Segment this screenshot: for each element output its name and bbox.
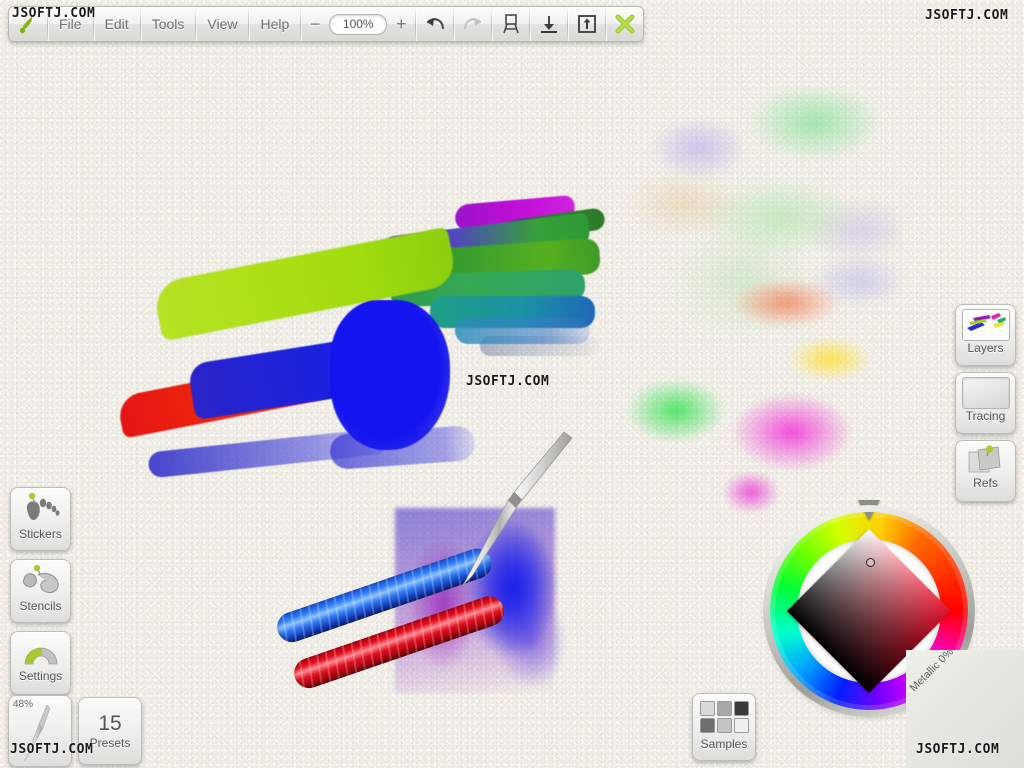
paint-brush-logo-icon [19,16,33,34]
sample-swatch [716,701,732,716]
sample-swatch [699,701,715,716]
layers-thumbnail-icon [962,310,1009,340]
tube-ribs [290,592,508,693]
sidebar-item-label: Tracing [965,409,1006,423]
artwork-watercolor-blob [612,88,902,518]
sidebar-item-layers[interactable]: Layers [955,304,1016,366]
current-brush-tool-button[interactable]: 48% [8,695,72,767]
artwork-stroke-chartreuse [152,226,458,342]
main-toolbar[interactable]: File Edit Tools View Help − 100% + [8,6,645,42]
easel-icon [503,14,519,34]
green-x-close-icon [615,14,635,34]
samples-label: Samples [700,737,748,751]
footprint-pin-icon [26,493,59,521]
artwork-stroke-blue [187,325,443,421]
artwork-stroke-red [116,353,350,439]
menu-edit[interactable]: Edit [94,7,140,41]
samples-button[interactable]: Samples [692,693,756,761]
sidebar-item-label: Settings [18,669,63,683]
stencil-pin-icon [22,565,59,594]
sample-swatch [699,718,715,733]
easel-button[interactable] [492,7,529,41]
artwork-stroke-teal-soft [455,318,590,344]
artwork-stroke-blue-blob [330,300,450,450]
blank-tracing-thumbnail-icon [961,377,1010,409]
redo-arrow-icon [463,18,481,30]
artwork-stroke-green-a [384,237,601,289]
artwork-tube-red [290,592,508,693]
hue-marker-triangle-icon[interactable] [858,500,880,520]
zoom-level-input[interactable]: 100% [329,13,388,35]
samples-swatch-grid [699,701,749,733]
sample-swatch [733,718,749,733]
sidebar-item-refs[interactable]: Refs [955,440,1016,502]
artwork-stroke-teal [430,296,595,328]
sidebar-item-stencils[interactable]: Stencils [10,559,71,623]
menu-tools[interactable]: Tools [141,7,196,41]
sidebar-item-tracing[interactable]: Tracing [955,372,1016,434]
import-button[interactable] [530,7,567,41]
gauge-arc-icon [24,647,57,665]
metallic-dial[interactable]: Metallic 0% [906,650,1024,768]
close-button[interactable] [606,7,643,41]
presets-button[interactable]: 15 Presets [78,697,142,765]
sidebar-item-label: Layers [967,341,1004,355]
artwork-stroke-darkgreen [503,207,607,243]
redo-button[interactable] [454,7,491,41]
artwork-stroke-grey [480,336,600,356]
sidebar-item-stickers[interactable]: Stickers [10,487,71,551]
sample-swatch [716,718,732,733]
pinned-reference-icon [968,445,1000,473]
artwork-stroke-blue-tail [147,427,389,479]
palette-knife-cursor-icon [461,431,573,587]
sidebar-item-label: Stickers [19,527,62,541]
sidebar-item-label: Refs [973,476,998,490]
menu-file[interactable]: File [48,7,93,41]
zoom-control-group[interactable]: − 100% + [301,7,415,41]
presets-count: 15 [98,712,122,735]
undo-button[interactable] [416,7,453,41]
sidebar-item-label: Stencils [19,599,62,613]
metallic-core [906,650,1024,768]
export-up-arrow-box-icon [577,15,596,33]
export-button[interactable] [568,7,605,41]
artwork-stroke-purple [378,212,592,272]
artwork-stroke-green-b [389,268,586,308]
sample-swatch [733,701,749,716]
palette-knife-icon [23,704,51,762]
sidebar-item-settings[interactable]: Settings [10,631,71,695]
presets-label: Presets [89,736,131,750]
import-down-arrow-icon [540,16,557,33]
undo-arrow-icon [426,18,444,30]
artwork-stroke-magenta [454,194,576,232]
menu-help[interactable]: Help [249,7,300,41]
zoom-in-button[interactable]: + [393,14,409,35]
layers-thumbnail [961,309,1010,341]
color-selection-marker[interactable] [866,558,875,567]
menu-view[interactable]: View [196,7,248,41]
app-logo[interactable] [9,7,47,41]
zoom-out-button[interactable]: − [307,14,323,35]
